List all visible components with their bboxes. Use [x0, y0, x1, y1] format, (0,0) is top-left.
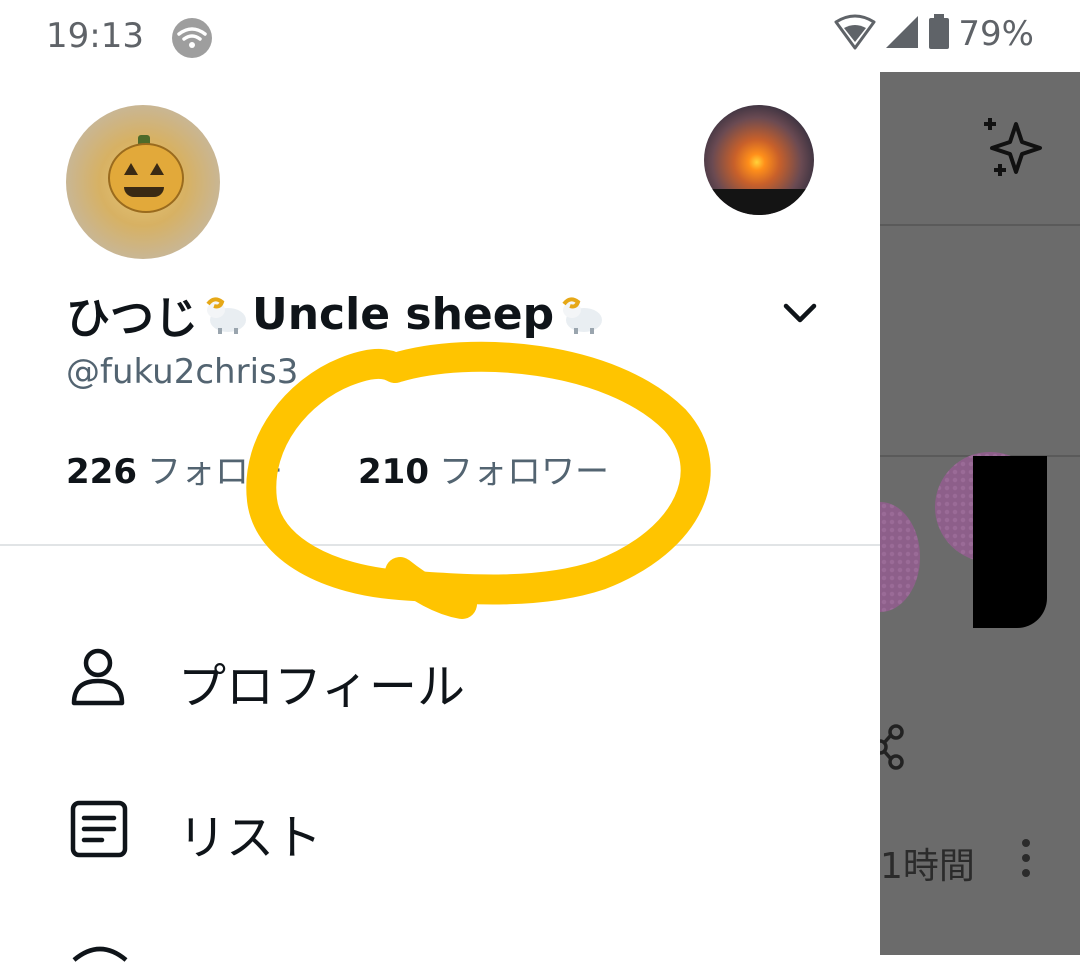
more-vertical-icon[interactable]: [1020, 838, 1032, 882]
followers-link[interactable]: 210 フォロワー: [358, 444, 609, 493]
sparkle-icon[interactable]: [980, 116, 1050, 190]
timeline-background: 1時間: [880, 72, 1080, 955]
user-handle: @fuku2chris3: [66, 352, 299, 392]
chevron-down-icon[interactable]: [780, 300, 820, 334]
wifi-icon: [170, 18, 214, 62]
status-right: 79%: [834, 14, 1034, 54]
profile-avatar[interactable]: [66, 105, 220, 259]
battery-icon: [928, 14, 950, 54]
following-count: 226: [66, 452, 137, 492]
display-name-jp: ひつじ: [66, 293, 198, 344]
pumpkin-image: [124, 187, 164, 197]
display-name: ひつじ Uncle sheep: [66, 282, 608, 346]
sheep-emoji-icon: [202, 294, 248, 334]
media-block: [973, 456, 1047, 628]
drawer-divider: [0, 544, 880, 546]
person-icon: [70, 647, 126, 711]
following-label: フォロー: [146, 452, 283, 492]
display-name-en: Uncle sheep: [252, 288, 555, 340]
followers-count: 210: [358, 452, 429, 492]
menu-label-profile: プロフィール: [178, 659, 466, 715]
status-time: 19:13: [46, 16, 144, 56]
media-pattern: [880, 502, 920, 612]
menu-item-profile[interactable]: プロフィール: [0, 617, 880, 737]
menu-item-lists[interactable]: リスト: [0, 770, 880, 890]
tweet-time: 1時間: [880, 846, 975, 887]
followers-label: フォロワー: [438, 452, 609, 492]
battery-percent: 79%: [958, 14, 1034, 54]
timeline-divider: [880, 224, 1080, 226]
sheep-emoji-icon: [558, 294, 604, 334]
following-link[interactable]: 226 フォロー: [66, 444, 283, 493]
status-bar: 19:13 79%: [0, 0, 1080, 72]
pumpkin-image: [108, 143, 184, 213]
other-account-avatar[interactable]: [704, 105, 814, 215]
wifi-signal-icon: [834, 14, 876, 54]
navigation-drawer: ひつじ Uncle sheep @fuku2chris3 226 フォロー 21…: [0, 72, 880, 962]
share-icon[interactable]: [880, 722, 910, 776]
list-icon: [70, 800, 128, 862]
menu-label-lists: リスト: [178, 810, 323, 866]
cell-signal-icon: [884, 14, 920, 54]
topics-icon: [70, 932, 130, 966]
